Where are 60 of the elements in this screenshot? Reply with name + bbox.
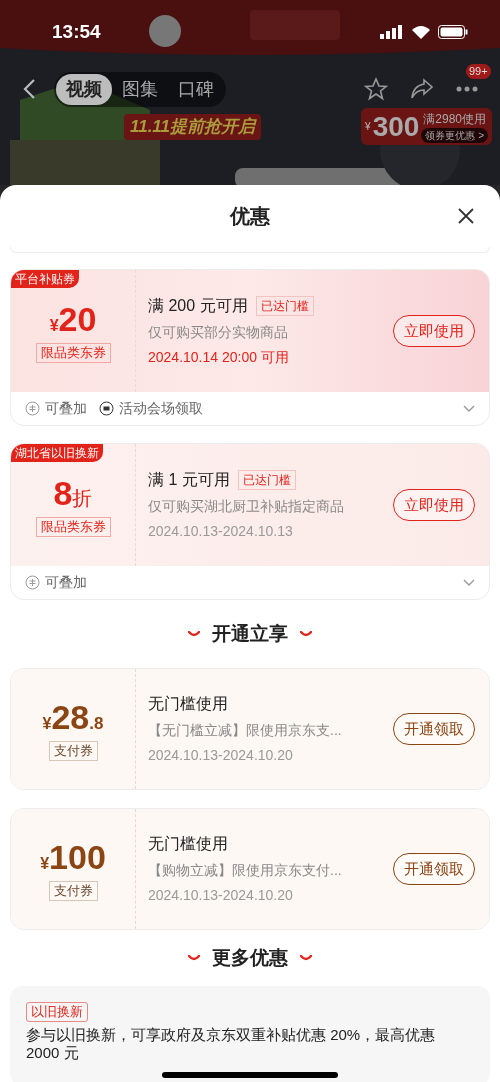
promo-link[interactable]: 领券更优惠 > (421, 128, 488, 143)
coupon-description: 仅可购买湖北厨卫补贴指定商品 (148, 497, 345, 516)
coupon-amount: ¥20 (49, 299, 97, 339)
corner-tag: 平台补贴券 (11, 270, 79, 288)
coupon-description: 仅可购买部分实物商品 (148, 323, 289, 342)
wifi-icon (411, 25, 431, 39)
chevron-down-icon[interactable] (463, 578, 475, 587)
threshold-badge: 已达门槛 (255, 296, 314, 316)
more-icon[interactable] (456, 86, 478, 92)
smile-icon (300, 630, 312, 638)
star-icon[interactable] (364, 77, 388, 101)
back-icon[interactable] (22, 78, 36, 100)
threshold-badge: 已达门槛 (237, 470, 296, 490)
coupon-action-button[interactable]: 立即使用 (393, 314, 475, 348)
media-tab[interactable]: 图集 (112, 73, 168, 105)
close-icon[interactable] (458, 208, 474, 224)
coupon-date: 2024.10.14 20:00 可用 (148, 348, 290, 367)
coupon-feature-label: 可叠加 (45, 573, 87, 592)
coupon-action-button[interactable]: 开通领取 (393, 712, 475, 746)
coupon-description: 【无门槛立减】限使用京东支... (148, 721, 343, 740)
coupon-feature-label: 活动会场领取 (119, 399, 203, 418)
coupon-date: 2024.10.13-2024.10.20 (148, 886, 294, 905)
smile-icon (188, 630, 200, 638)
corner-tag: 湖北省以旧换新 (11, 444, 103, 462)
promo-condition: 满2980使用 (423, 111, 487, 128)
chevron-down-icon[interactable] (463, 404, 475, 413)
coupon-amount: ¥100 (40, 837, 106, 877)
signal-icon (380, 25, 404, 39)
coupon-type-tag: 限品类东券 (35, 517, 111, 537)
coupon-type-tag: 支付券 (48, 741, 98, 761)
ticket-icon (99, 401, 114, 416)
offer-tag: 以旧换新 (26, 1002, 88, 1022)
coupon-date: 2024.10.13-2024.10.20 (148, 746, 294, 765)
share-icon[interactable] (410, 78, 434, 100)
section-title: 开通立享 (212, 621, 288, 646)
coupon-amount: ¥28.8 (42, 697, 104, 737)
coupon-type-tag: 支付券 (48, 881, 98, 901)
coupon-action-button[interactable]: 立即使用 (393, 488, 475, 522)
stack-icon (25, 575, 40, 590)
battery-icon (438, 25, 468, 39)
coupon-amount: 8折 (53, 473, 93, 513)
coupon-title: 满 200 元可用 (148, 296, 248, 316)
smile-icon (188, 954, 200, 962)
status-time: 13:54 (52, 19, 101, 44)
coupon-type-tag: 限品类东券 (35, 343, 111, 363)
coupon-feature-label: 可叠加 (45, 399, 87, 418)
coupon-description: 【购物立减】限使用京东支付... (148, 861, 343, 880)
section-title: 更多优惠 (212, 945, 288, 970)
sheet-title: 优惠 (230, 204, 270, 229)
offer-description: 参与以旧换新，可享政府及京东双重补贴优惠 20%，最高优惠 2000 元 (26, 1026, 437, 1062)
coupon-title: 无门槛使用 (148, 834, 228, 854)
coupon-date: 2024.10.13-2024.10.13 (148, 522, 294, 541)
coupon-action-button[interactable]: 开通领取 (393, 852, 475, 886)
notification-badge: 99+ (466, 64, 491, 79)
media-tab[interactable]: 口碑 (168, 73, 224, 105)
promo-banner: 11.11提前抢开启 (124, 114, 262, 140)
coupon-title: 无门槛使用 (148, 694, 228, 714)
coupon-title: 满 1 元可用 (148, 470, 230, 490)
smile-icon (300, 954, 312, 962)
stack-icon (25, 401, 40, 416)
